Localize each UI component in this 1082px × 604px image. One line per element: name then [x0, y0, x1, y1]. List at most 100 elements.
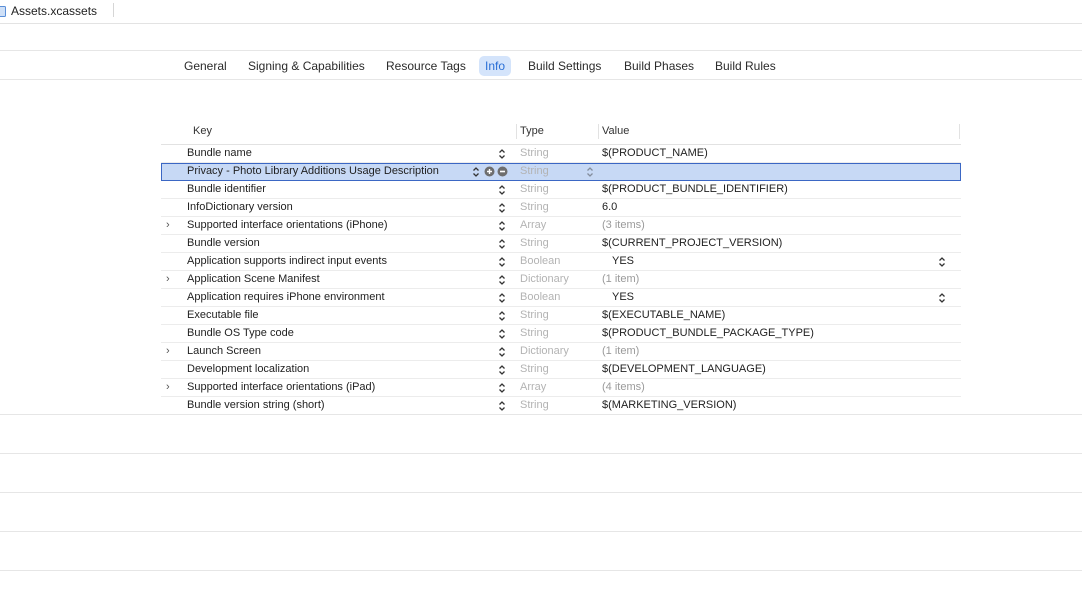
minus-circle-icon[interactable] [497, 166, 508, 177]
row-type: String [520, 363, 549, 375]
divider-line [0, 453, 1082, 454]
row-value[interactable]: $(PRODUCT_NAME) [602, 147, 708, 159]
key-stepper-icon[interactable] [498, 292, 506, 304]
column-divider [516, 124, 517, 139]
row-value[interactable]: YES [612, 291, 634, 303]
table-row[interactable]: Privacy - Photo Library Additions Usage … [161, 163, 961, 181]
asset-catalog-icon [0, 5, 6, 17]
row-type: String [520, 399, 549, 411]
key-stepper-icon[interactable] [498, 382, 506, 394]
row-key: Executable file [187, 309, 259, 321]
row-key: Bundle name [187, 147, 252, 159]
chevron-right-icon[interactable]: › [166, 219, 176, 231]
table-row[interactable]: › Supported interface orientations (iPhon… [161, 217, 961, 235]
row-key: Application supports indirect input even… [187, 255, 387, 267]
editor-tab-bar: General Signing & Capabilities Resource … [0, 50, 1082, 80]
tab-signing-capabilities[interactable]: Signing & Capabilities [242, 56, 371, 76]
row-value[interactable]: $(DEVELOPMENT_LANGUAGE) [602, 363, 766, 375]
table-row[interactable]: Bundle name String $(PRODUCT_NAME) [161, 145, 961, 163]
row-key: Application requires iPhone environment [187, 291, 385, 303]
divider-line [0, 492, 1082, 493]
key-stepper-icon[interactable] [498, 202, 506, 214]
file-tab-bar: Assets.xcassets [0, 0, 1082, 24]
row-value[interactable]: $(CURRENT_PROJECT_VERSION) [602, 237, 782, 249]
row-type: Dictionary [520, 345, 569, 357]
chevron-right-icon[interactable]: › [166, 273, 176, 285]
tab-build-settings[interactable]: Build Settings [522, 56, 607, 76]
key-stepper-icon[interactable] [498, 184, 506, 196]
type-stepper-icon[interactable] [586, 166, 594, 178]
column-header-key[interactable]: Key [193, 125, 212, 137]
table-row[interactable]: Bundle version string (short) String $(MAR… [161, 397, 961, 415]
row-value[interactable]: $(EXECUTABLE_NAME) [602, 309, 725, 321]
row-value[interactable]: $(PRODUCT_BUNDLE_PACKAGE_TYPE) [602, 327, 814, 339]
row-key: Bundle version string (short) [187, 399, 325, 411]
table-row[interactable]: Application supports indirect input even… [161, 253, 961, 271]
row-value[interactable]: (1 item) [602, 345, 639, 357]
row-type: String [520, 165, 549, 177]
table-row[interactable]: Bundle version String $(CURRENT_PROJECT_VE… [161, 235, 961, 253]
row-key: InfoDictionary version [187, 201, 293, 213]
table-row[interactable]: Executable file String $(EXECUTABLE_NAME) [161, 307, 961, 325]
row-type: String [520, 201, 549, 213]
divider-line [0, 570, 1082, 571]
column-header-value[interactable]: Value [602, 125, 629, 137]
popup-stepper-icon[interactable] [938, 292, 946, 304]
popup-stepper-icon[interactable] [938, 256, 946, 268]
tab-general[interactable]: General [178, 56, 233, 76]
row-value[interactable]: 6.0 [602, 201, 617, 213]
row-key: Privacy - Photo Library Additions Usage … [187, 165, 439, 177]
table-row[interactable]: Bundle OS Type code String $(PRODUCT_BUNDL… [161, 325, 961, 343]
chevron-right-icon[interactable]: › [166, 381, 176, 393]
table-body: Bundle name String $(PRODUCT_NAME) Privacy … [161, 145, 961, 415]
file-tab-assets[interactable]: Assets.xcassets [0, 0, 114, 22]
key-stepper-icon[interactable] [498, 328, 506, 340]
key-stepper-icon[interactable] [498, 148, 506, 160]
table-row[interactable]: InfoDictionary version String 6.0 [161, 199, 961, 217]
plus-circle-icon[interactable] [484, 166, 495, 177]
key-stepper-icon[interactable] [498, 220, 506, 232]
column-divider [598, 124, 599, 139]
key-stepper-icon[interactable] [498, 400, 506, 412]
row-type: String [520, 147, 549, 159]
row-type: Dictionary [520, 273, 569, 285]
row-type: String [520, 327, 549, 339]
chevron-right-icon[interactable]: › [166, 345, 176, 357]
row-key: Development localization [187, 363, 310, 375]
key-stepper-icon[interactable] [498, 256, 506, 268]
row-value[interactable]: YES [612, 255, 634, 267]
key-stepper-icon[interactable] [498, 274, 506, 286]
divider-line [0, 531, 1082, 532]
row-type: Array [520, 381, 547, 393]
table-row[interactable]: › Application Scene Manifest Dictionary (1 … [161, 271, 961, 289]
table-row[interactable]: Development localization String $(DEVELOPM… [161, 361, 961, 379]
tab-resource-tags[interactable]: Resource Tags [380, 56, 472, 76]
row-value[interactable]: $(PRODUCT_BUNDLE_IDENTIFIER) [602, 183, 788, 195]
key-stepper-icon[interactable] [472, 166, 480, 178]
tab-build-phases[interactable]: Build Phases [618, 56, 700, 76]
divider-line [0, 414, 1082, 415]
tab-build-rules[interactable]: Build Rules [709, 56, 782, 76]
table-header: Key Type Value [161, 122, 961, 145]
row-value[interactable]: (1 item) [602, 273, 639, 285]
row-type: String [520, 183, 549, 195]
row-type: String [520, 309, 549, 321]
table-row[interactable]: › Launch Screen Dictionary (1 item) [161, 343, 961, 361]
row-value[interactable]: (4 items) [602, 381, 645, 393]
row-key: Bundle identifier [187, 183, 266, 195]
tab-info[interactable]: Info [479, 56, 512, 76]
column-divider [959, 124, 960, 139]
key-stepper-icon[interactable] [498, 346, 506, 358]
table-row[interactable]: Application requires iPhone environment B… [161, 289, 961, 307]
key-stepper-icon[interactable] [498, 238, 506, 250]
row-key: Bundle OS Type code [187, 327, 294, 339]
table-row[interactable]: › Supported interface orientations (iPad)… [161, 379, 961, 397]
key-stepper-icon[interactable] [498, 310, 506, 322]
row-key: Launch Screen [187, 345, 261, 357]
row-value[interactable]: (3 items) [602, 219, 645, 231]
row-key: Application Scene Manifest [187, 273, 320, 285]
key-stepper-icon[interactable] [498, 364, 506, 376]
row-value[interactable]: $(MARKETING_VERSION) [602, 399, 736, 411]
table-row[interactable]: Bundle identifier String $(PRODUCT_BUNDLE_… [161, 181, 961, 199]
column-header-type[interactable]: Type [520, 125, 544, 137]
